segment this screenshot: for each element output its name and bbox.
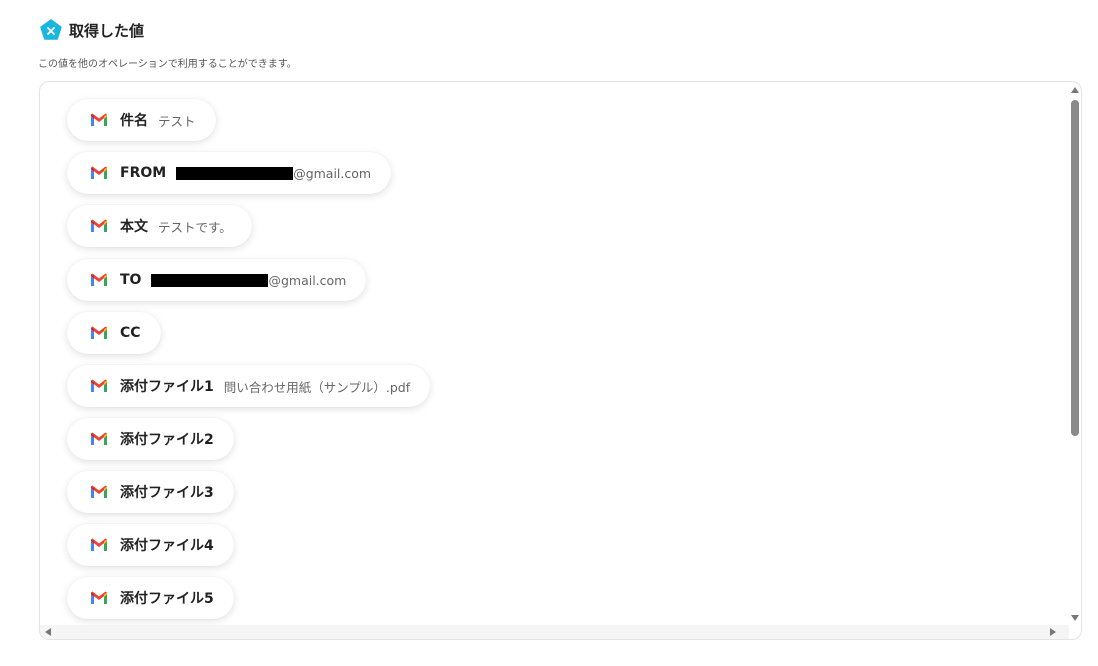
redaction-bar [151,273,269,287]
section-header: 取得した値 [40,19,144,41]
horizontal-scrollbar[interactable] [40,625,1069,639]
field-value: テストです。 [158,219,232,235]
field-value: @gmail.com [151,273,346,288]
field-pill-body[interactable]: 本文 テストです。 [67,205,252,247]
field-label: 添付ファイル4 [120,538,214,554]
field-pill-from[interactable]: FROM @gmail.com [67,152,392,194]
field-value: テスト [158,113,196,129]
field-pill-subject[interactable]: 件名 テスト [67,99,216,141]
field-value: @gmail.com [176,166,371,181]
gmail-icon [91,379,107,392]
scroll-up-arrow-icon[interactable] [1071,87,1079,93]
values-panel: 件名 テスト FROM @gmail.com 本文 テストです。 TO @gma… [39,81,1082,640]
gmail-icon [91,166,107,179]
field-label: 本文 [120,219,148,235]
scroll-left-arrow-icon[interactable] [45,628,51,636]
gmail-icon [91,485,107,498]
gmail-icon [91,219,107,232]
field-pill-attachment-5[interactable]: 添付ファイル5 [67,577,234,619]
field-label: 添付ファイル3 [120,485,214,501]
field-label: 添付ファイル1 [120,379,214,395]
field-pill-cc[interactable]: CC [67,312,161,354]
field-label: CC [120,325,141,341]
field-label: 添付ファイル5 [120,591,214,607]
field-label: FROM [120,165,167,181]
field-pill-attachment-3[interactable]: 添付ファイル3 [67,471,234,513]
gmail-icon [91,326,107,339]
field-pill-attachment-2[interactable]: 添付ファイル2 [67,418,234,460]
scroll-down-arrow-icon[interactable] [1071,615,1079,621]
scroll-right-arrow-icon[interactable] [1050,628,1056,636]
field-value: 問い合わせ用紙（サンプル）.pdf [223,379,411,395]
gmail-icon [91,273,107,286]
vertical-scrollbar[interactable] [1067,82,1081,627]
gmail-icon [91,591,107,604]
field-label: TO [120,272,142,288]
field-value-domain: @gmail.com [268,272,347,288]
field-pill-attachment-1[interactable]: 添付ファイル1 問い合わせ用紙（サンプル）.pdf [67,365,431,407]
vertical-scroll-thumb[interactable] [1071,100,1079,436]
field-pill-to[interactable]: TO @gmail.com [67,259,367,301]
field-pill-attachment-4[interactable]: 添付ファイル4 [67,524,234,566]
field-label: 件名 [120,113,148,129]
gmail-icon [91,113,107,126]
gmail-icon [91,432,107,445]
section-subtitle: この値を他のオペレーションで利用することができます。 [38,59,297,70]
gmail-icon [91,538,107,551]
redaction-bar [176,166,294,180]
field-value-domain: @gmail.com [293,165,372,181]
section-title: 取得した値 [69,21,145,40]
field-label: 添付ファイル2 [120,432,214,448]
pentagon-x-icon [40,19,62,40]
